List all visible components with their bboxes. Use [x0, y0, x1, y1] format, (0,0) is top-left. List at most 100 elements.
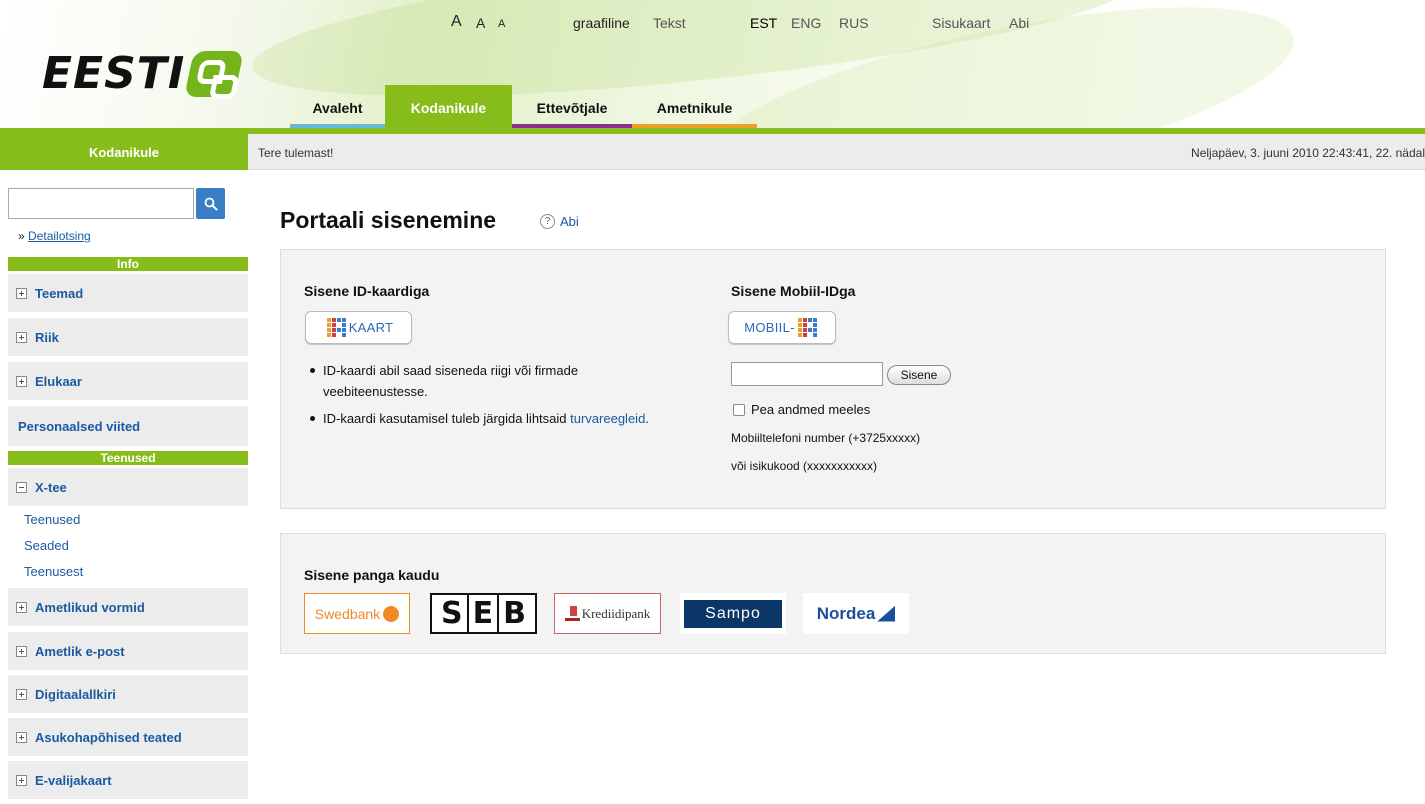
sitemap-link[interactable]: Sisukaart — [932, 15, 990, 31]
bank-label: Swedbank — [314, 605, 381, 622]
id-card-info-list: ID-kaardi abil saad siseneda riigi või f… — [305, 360, 665, 435]
id-card-login-button[interactable]: KAART — [305, 311, 412, 344]
bank-label: B — [503, 596, 526, 631]
sidebar-item-label: Riik — [35, 329, 59, 345]
bullet-text: ID-kaardi kasutamisel tuleb järgida liht… — [323, 411, 567, 426]
mobile-id-icon — [797, 318, 817, 337]
id-card-heading: Sisene ID-kaardiga — [304, 283, 430, 299]
sidebar-item-asukohapohised-teated[interactable]: Asukohapõhised teated — [8, 718, 248, 758]
xtee-sub-seaded[interactable]: Seaded — [24, 538, 69, 553]
nordea-sail-icon — [877, 605, 896, 622]
list-item: ID-kaardi abil saad siseneda riigi või f… — [305, 360, 665, 402]
remember-label: Pea andmed meeles — [751, 402, 871, 417]
site-logo[interactable]: EESTI — [42, 48, 245, 99]
bank-label: E — [472, 596, 494, 631]
expand-icon — [16, 601, 27, 613]
lang-rus-link[interactable]: RUS — [839, 15, 869, 31]
sidebar-item-label: Ametlikud vormid — [35, 599, 145, 615]
sidebar-item-label: Teemad — [35, 285, 84, 301]
search-button[interactable] — [196, 188, 225, 219]
bank-sampo-button[interactable]: Sampo — [680, 593, 786, 634]
bank-label: Sampo — [684, 599, 782, 628]
detailed-search-link[interactable]: Detailotsing — [28, 229, 91, 243]
sidebar-item-label: Asukohapõhised teated — [35, 729, 182, 745]
font-size-medium[interactable]: A — [476, 15, 485, 31]
bullet-text: ID-kaardi abil saad siseneda riigi või f… — [323, 363, 579, 399]
sidebar-item-digitaalallkiri[interactable]: Digitaalallkiri — [8, 675, 248, 715]
bank-krediidipank-button[interactable]: Krediidipank — [554, 593, 661, 634]
nav-tab-avaleht[interactable]: Avaleht — [290, 85, 385, 131]
detailed-search: » Detailotsing — [18, 229, 91, 243]
sidebar-item-personal-links[interactable]: Personaalsed viited — [8, 406, 248, 446]
sidebar-item-label: Elukaar — [35, 373, 82, 389]
bank-seb-button[interactable]: S E B — [430, 593, 537, 634]
id-card-icon — [326, 318, 346, 337]
detail-prefix: » — [18, 229, 25, 243]
list-item: ID-kaardi kasutamisel tuleb järgida liht… — [305, 408, 665, 429]
mobile-id-hint-code: või isikukood (xxxxxxxxxxx) — [731, 459, 878, 473]
sidebar-item-e-valijakaart[interactable]: E-valijakaart — [8, 761, 248, 801]
expand-icon — [16, 688, 27, 700]
id-card-button-label: KAART — [348, 320, 394, 335]
nav-tab-ettevotjale[interactable]: Ettevõtjale — [512, 85, 632, 131]
font-size-large[interactable]: A — [451, 13, 462, 31]
sidebar: Kodanikule » Detailotsing Info Teemad Ri… — [0, 134, 248, 804]
expand-icon — [16, 287, 27, 299]
expand-icon — [16, 645, 27, 657]
remember-checkbox[interactable]: Pea andmed meeles — [733, 402, 870, 417]
help-icon: ? — [540, 214, 555, 229]
sidebar-item-label: E-valijakaart — [35, 772, 112, 788]
info-bar: Tere tulemast! Neljapäev, 3. juuni 2010 … — [248, 134, 1425, 170]
help-link[interactable]: Abi — [1009, 15, 1029, 31]
xtee-sub-teenusest[interactable]: Teenusest — [24, 564, 83, 579]
mobile-id-input[interactable] — [731, 362, 883, 386]
lang-eng-link[interactable]: ENG — [791, 15, 821, 31]
sidebar-item-teemad[interactable]: Teemad — [8, 274, 248, 314]
expand-icon — [16, 731, 27, 743]
logo-text: EESTI — [42, 48, 186, 99]
search-input[interactable] — [8, 188, 194, 219]
site-header: EESTI A A A graafiline Tekst EST ENG RUS… — [0, 0, 1425, 134]
mobile-id-button-label: MOBIIL- — [744, 320, 795, 335]
mobile-id-hint-phone: Mobiiltelefoni number (+3725xxxxx) — [731, 431, 921, 445]
sidebar-item-xtee[interactable]: X-tee — [8, 468, 248, 508]
nav-tab-ametnikule[interactable]: Ametnikule — [632, 85, 757, 131]
swedbank-logo-icon — [383, 605, 400, 622]
bank-heading: Sisene panga kaudu — [304, 567, 440, 583]
view-text-link[interactable]: Tekst — [653, 15, 686, 31]
sidebar-item-elukaar[interactable]: Elukaar — [8, 362, 248, 402]
collapse-icon — [16, 481, 27, 493]
expand-icon — [16, 331, 27, 343]
view-graphic-link[interactable]: graafiline — [573, 15, 630, 31]
ship-icon — [564, 606, 580, 621]
help-label: Abi — [560, 214, 579, 229]
bank-label: S — [441, 596, 463, 631]
sidebar-item-riik[interactable]: Riik — [8, 318, 248, 358]
sidebar-title: Kodanikule — [0, 134, 248, 170]
welcome-text: Tere tulemast! — [258, 146, 334, 160]
sidebar-item-ametlikud-vormid[interactable]: Ametlikud vormid — [8, 588, 248, 628]
bullet-end: . — [645, 411, 649, 426]
security-rules-link[interactable]: turvareegleid — [570, 411, 645, 426]
bank-nordea-button[interactable]: Nordea — [803, 593, 909, 634]
sidebar-item-label: Digitaalallkiri — [35, 686, 116, 702]
xtee-sub-teenused[interactable]: Teenused — [24, 512, 80, 527]
logo-ee-icon — [184, 50, 245, 97]
bank-swedbank-button[interactable]: Swedbank — [304, 593, 410, 634]
help-link[interactable]: ? Abi — [540, 214, 579, 229]
nav-tab-kodanikule[interactable]: Kodanikule — [385, 85, 512, 131]
mobile-id-login-button[interactable]: MOBIIL- — [728, 311, 836, 344]
expand-icon — [16, 774, 27, 786]
lang-est-link[interactable]: EST — [750, 15, 777, 31]
expand-icon — [16, 375, 27, 387]
sidebar-item-ametlik-epost[interactable]: Ametlik e-post — [8, 632, 248, 672]
page-title: Portaali sisenemine — [280, 207, 497, 233]
section-info-header: Info — [8, 257, 248, 271]
search-icon — [204, 197, 218, 211]
main-nav: Avaleht Kodanikule Ettevõtjale Ametnikul… — [290, 85, 757, 131]
mobile-id-submit-button[interactable]: Sisene — [887, 365, 951, 385]
sidebar-item-label: Ametlik e-post — [35, 643, 125, 659]
checkbox-icon[interactable] — [733, 403, 745, 416]
bank-label: Nordea — [816, 603, 876, 623]
font-size-small[interactable]: A — [498, 18, 505, 30]
